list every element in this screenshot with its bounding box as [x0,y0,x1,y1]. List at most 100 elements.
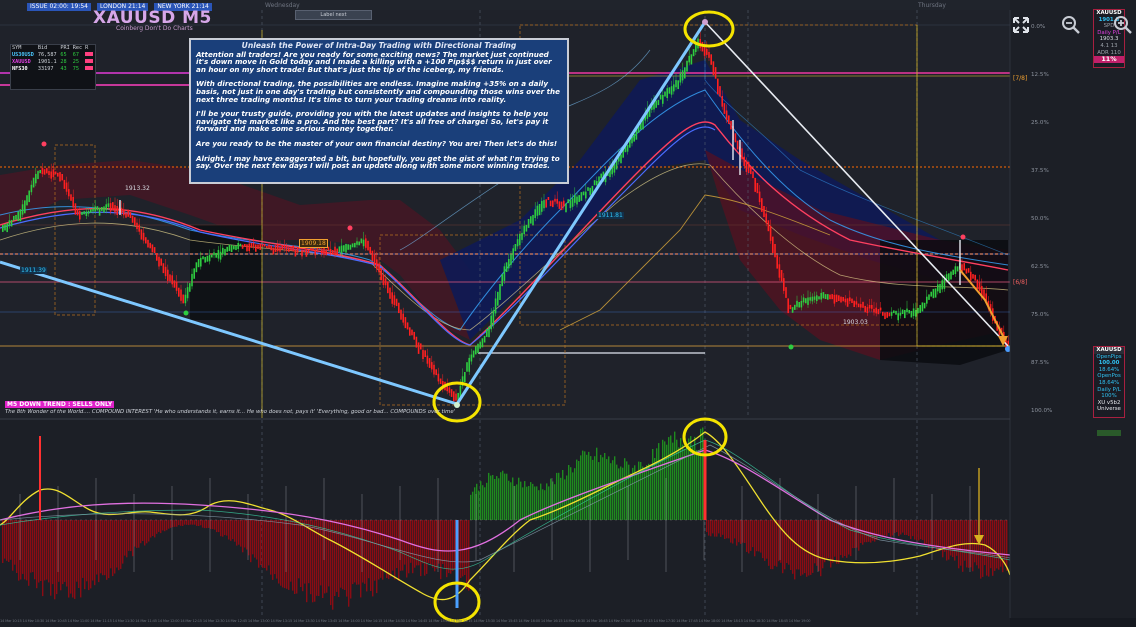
histogram-bar [208,520,210,528]
histogram-bar [560,477,562,520]
candle [600,173,602,179]
histogram-bar [284,520,286,589]
candle [162,263,165,274]
candle [70,194,72,201]
histogram-bar [972,520,974,572]
candle [46,168,48,174]
histogram-bar [144,520,146,546]
histogram-bar [142,520,144,541]
candle [549,200,552,207]
histogram-bar [576,459,578,520]
candle [884,312,886,320]
histogram-bar [810,520,812,575]
candle [415,336,418,348]
histogram-bar [182,520,184,526]
candle [824,294,827,299]
candle [750,166,752,175]
histogram-bar [684,449,686,520]
histogram-bar [554,484,556,520]
histogram-bar [792,520,794,574]
candle [147,239,149,248]
histogram-bar [934,520,936,546]
candle [250,242,253,248]
histogram-bar [412,520,414,574]
histogram-bar [8,520,10,562]
candle [310,247,312,251]
histogram-bar [954,520,956,561]
candle [332,250,334,254]
zoom-out-icon[interactable] [1061,15,1081,39]
histogram-bar [220,520,222,537]
histogram-bar [622,467,624,520]
candle [281,245,283,250]
candle [567,199,569,204]
candle [193,268,195,279]
histogram-bar [86,520,88,582]
histogram-bar [556,472,558,520]
candle [919,305,921,313]
histogram-bar [854,520,856,548]
histogram-bar [262,520,264,568]
histogram-bar [728,520,730,539]
stats-symbol: NFS30 [12,66,28,72]
histogram-bar [980,520,982,579]
candle [351,243,354,248]
histogram-bar [808,520,810,576]
candle [380,268,382,281]
candle [838,295,840,301]
candle [466,362,468,372]
stats-row[interactable]: XAUUSD 1901.1 28 25 [11,59,95,66]
stats-header-cell: SYM [12,45,22,51]
fullscreen-icon[interactable] [1012,16,1030,38]
stats-value: 75 [72,66,80,72]
histogram-bar [570,467,572,520]
histogram-bar [984,520,986,566]
histogram-bar [386,520,388,578]
histogram-bar [902,520,904,533]
histogram-bar [524,481,526,520]
histogram-bar [736,520,738,546]
histogram-bar [116,520,118,568]
histogram-bar [110,520,112,569]
position-open-label: OpenPips [1096,353,1122,360]
candle [307,249,310,254]
histogram-bar [12,520,14,571]
histogram-bar [152,520,154,536]
candle [615,160,618,170]
candle [90,209,92,213]
histogram-bar [664,441,666,520]
candle [406,322,409,330]
candle [921,302,924,312]
histogram-bar [126,520,128,558]
candle [719,86,721,97]
candle [717,78,719,95]
histogram-bar [426,520,428,574]
histogram-bar [376,520,378,594]
candle [450,389,453,397]
stats-row[interactable]: NFS30 33197 43 75 [11,66,95,73]
day-selector-button[interactable]: Label next [295,10,372,20]
info-percent: 11% [1094,56,1124,63]
histogram-bar [804,520,806,574]
zoom-in-icon[interactable] [1113,15,1133,39]
symbol-stats-panel: SYM Bid PRI Rec R US30USD 76,587 65 67 X… [10,44,96,90]
stats-row[interactable]: US30USD 76,587 65 67 [11,52,95,59]
histogram-bar [974,520,976,563]
histogram-bar [652,449,654,520]
position-open-pos-label: OpenPos [1097,373,1121,380]
histogram-bar [858,520,860,551]
fib-level: 12.5% [1031,72,1049,78]
histogram-bar [888,520,890,533]
candle [76,208,79,216]
histogram-bar [196,520,198,526]
histogram-bar [910,520,912,540]
histogram-bar [226,520,228,536]
histogram-bar [490,475,492,520]
histogram-bar [146,520,148,544]
candle [853,300,855,307]
histogram-bar [120,520,122,569]
candle [538,204,541,216]
histogram-bar [748,520,750,554]
candle [400,309,402,320]
histogram-bar [706,520,708,533]
